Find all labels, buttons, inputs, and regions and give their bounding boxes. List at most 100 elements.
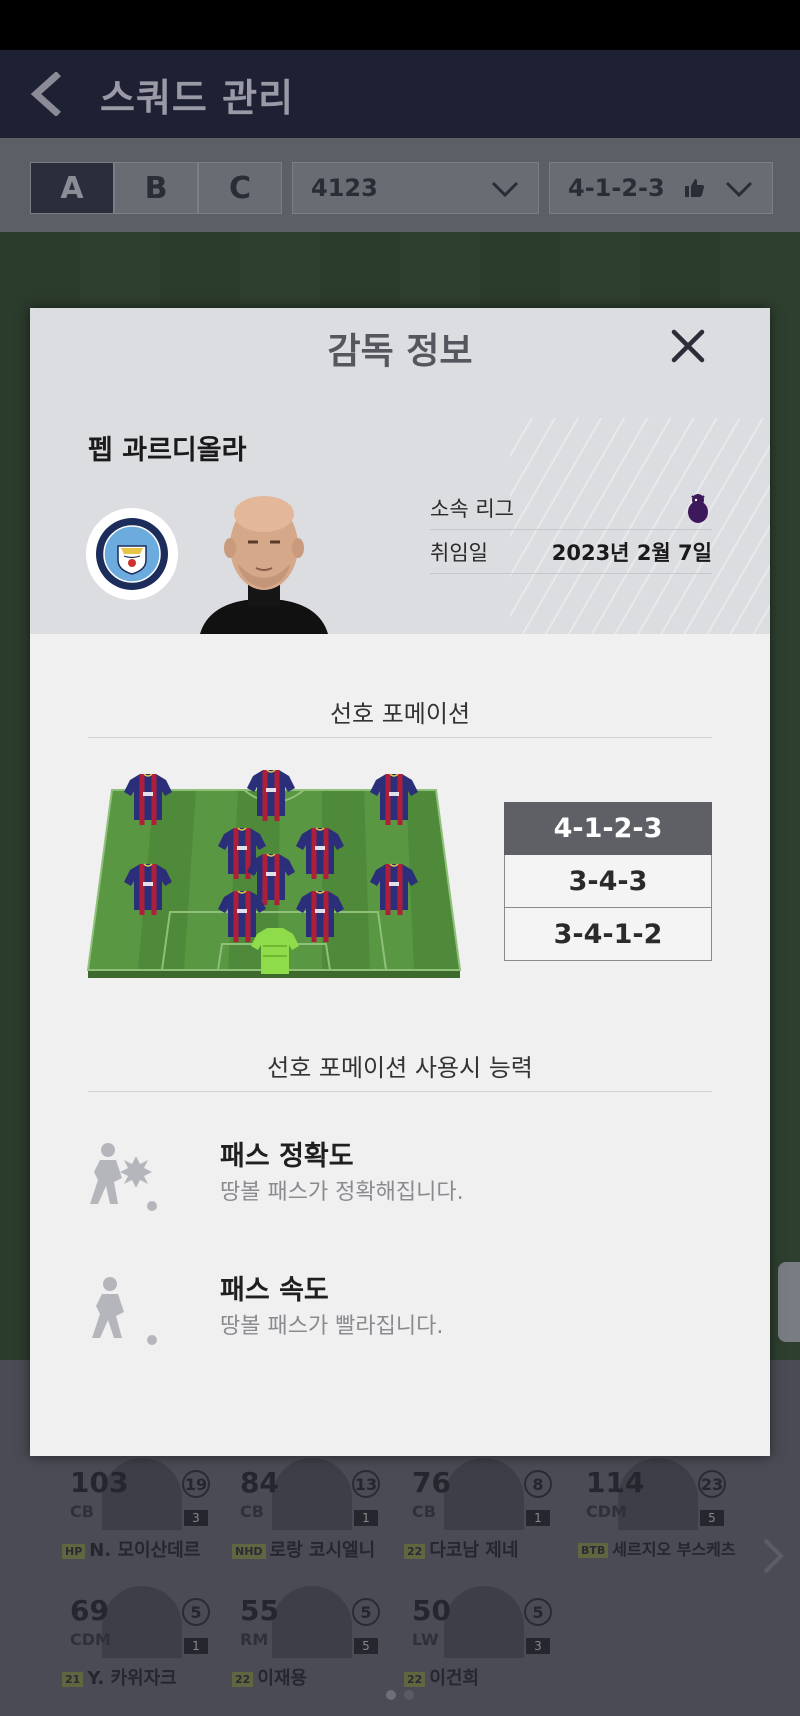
season-badge: 22 xyxy=(232,1671,254,1687)
ability-name: 패스 속도 xyxy=(220,1275,329,1306)
player-photo xyxy=(444,1586,524,1658)
page-title: 스쿼드 관리 xyxy=(100,75,295,120)
player-position: LW xyxy=(412,1630,439,1649)
player-ovr: 76 xyxy=(412,1466,451,1499)
player-card[interactable]: 114 CDM 23 5 BTB 세르지오 부스케츠 xyxy=(578,1458,738,1578)
close-icon[interactable] xyxy=(668,326,708,366)
ability-item: 패스 정확도 땅볼 패스가 정확해집니다. xyxy=(88,1134,712,1234)
player-name: 세르지오 부스케츠 xyxy=(612,1540,736,1559)
formation-dropdown-value: 4123 xyxy=(311,174,378,202)
back-arrow-icon xyxy=(30,72,61,116)
coach-photo xyxy=(200,496,328,634)
league-label: 소속 리그 xyxy=(430,496,514,521)
player-ovr: 114 xyxy=(586,1466,645,1499)
season-badge: 21 xyxy=(62,1671,84,1687)
app-bar: 스쿼드 관리 xyxy=(0,50,800,138)
formation-field xyxy=(86,748,462,978)
player-level: 8 xyxy=(524,1470,552,1498)
player-ovr: 84 xyxy=(240,1466,279,1499)
player-card[interactable]: 50 LW 5 3 22 이건희 xyxy=(404,1586,564,1706)
season-badge: 22 xyxy=(404,1543,426,1559)
season-badge: HP xyxy=(62,1543,86,1559)
ability-name: 패스 정확도 xyxy=(220,1141,354,1172)
player-level: 13 xyxy=(352,1470,380,1498)
player-level: 23 xyxy=(698,1470,726,1498)
player-grade: 3 xyxy=(184,1510,208,1526)
squad-tab-a[interactable]: A xyxy=(30,162,114,214)
season-badge: BTB xyxy=(578,1543,609,1558)
player-grade: 3 xyxy=(526,1638,550,1654)
page-dot xyxy=(404,1690,414,1700)
chevron-right-icon[interactable] xyxy=(760,1536,786,1576)
player-position: CB xyxy=(412,1502,436,1521)
player-card[interactable]: 84 CB 13 1 NHD 로랑 코시엘니 xyxy=(232,1458,392,1578)
back-button[interactable] xyxy=(28,50,88,138)
player-position: CB xyxy=(70,1502,94,1521)
player-ovr: 69 xyxy=(70,1594,109,1627)
player-grade: 5 xyxy=(354,1638,378,1654)
player-name-row: 22 다코남 제네 xyxy=(404,1536,594,1562)
formation-option[interactable]: 3-4-1-2 xyxy=(504,908,712,961)
ability-section-title: 선호 포메이션 사용시 능력 xyxy=(88,1048,712,1092)
player-grade: 1 xyxy=(526,1510,550,1526)
player-ovr: 103 xyxy=(70,1466,129,1499)
player-name: 로랑 코시엘니 xyxy=(269,1540,376,1561)
player-photo xyxy=(272,1458,352,1530)
coach-info-modal: 감독 정보 펩 과르디올라 소속 리그 취임일 2023년 2월 7일 선호 포… xyxy=(30,308,770,1456)
player-level: 5 xyxy=(352,1598,380,1626)
ability-desc: 땅볼 패스가 빨라집니다. xyxy=(220,1314,444,1339)
player-name: 이건희 xyxy=(429,1668,479,1689)
player-position: CDM xyxy=(586,1502,627,1521)
player-level: 5 xyxy=(524,1598,552,1626)
thumbs-up-icon xyxy=(684,179,704,197)
player-grade: 5 xyxy=(700,1510,724,1526)
squad-toolbar: A B C 4123 4-1-2-3 xyxy=(0,138,800,232)
formation-option[interactable]: 4-1-2-3 xyxy=(504,802,712,855)
appointed-date: 2023년 2월 7일 xyxy=(551,540,712,565)
tactic-dropdown[interactable]: 4-1-2-3 xyxy=(549,162,773,214)
player-ovr: 55 xyxy=(240,1594,279,1627)
player-name: N. 모이산데르 xyxy=(89,1540,201,1561)
player-grade: 1 xyxy=(184,1638,208,1654)
player-position: RM xyxy=(240,1630,269,1649)
page-dot xyxy=(386,1690,396,1700)
player-photo xyxy=(444,1458,524,1530)
player-name-row: BTB 세르지오 부스케츠 xyxy=(578,1536,748,1560)
premier-league-icon xyxy=(688,493,708,523)
club-logo xyxy=(86,508,178,600)
player-card[interactable]: 76 CB 8 1 22 다코남 제네 xyxy=(404,1458,564,1578)
formation-list: 4-1-2-3 3-4-3 3-4-1-2 xyxy=(504,802,712,961)
side-panel-handle[interactable] xyxy=(778,1262,800,1342)
season-badge: NHD xyxy=(232,1543,266,1559)
player-name-row: 22 이재용 xyxy=(232,1664,422,1690)
formation-dropdown[interactable]: 4123 xyxy=(292,162,539,214)
player-card[interactable]: 69 CDM 5 1 21 Y. 카위자크 xyxy=(62,1586,222,1706)
chevron-down-icon xyxy=(491,181,519,198)
ability-item: 패스 속도 땅볼 패스가 빨라집니다. xyxy=(88,1268,712,1368)
modal-title: 감독 정보 xyxy=(327,331,473,372)
player-photo xyxy=(272,1586,352,1658)
player-card[interactable]: 55 RM 5 5 22 이재용 xyxy=(232,1586,392,1706)
formation-section-title: 선호 포메이션 xyxy=(88,694,712,738)
manchester-city-crest-icon xyxy=(96,518,168,590)
tactic-dropdown-value: 4-1-2-3 xyxy=(568,174,665,202)
squad-tab-b[interactable]: B xyxy=(114,162,198,214)
ability-desc: 땅볼 패스가 정확해집니다. xyxy=(220,1180,464,1205)
appointed-label: 취임일 xyxy=(430,540,488,565)
player-name: 다코남 제네 xyxy=(429,1540,519,1561)
player-name: Y. 카위자크 xyxy=(87,1668,177,1689)
player-level: 5 xyxy=(182,1598,210,1626)
squad-tab-c[interactable]: C xyxy=(198,162,282,214)
player-position: CB xyxy=(240,1502,264,1521)
player-grade: 1 xyxy=(354,1510,378,1526)
player-name-row: NHD 로랑 코시엘니 xyxy=(232,1536,422,1562)
player-card[interactable]: 103 CB 19 3 HP N. 모이산데르 xyxy=(62,1458,222,1578)
formation-option[interactable]: 3-4-3 xyxy=(504,855,712,908)
pass-accuracy-icon xyxy=(90,1143,157,1211)
player-ovr: 50 xyxy=(412,1594,451,1627)
status-bar xyxy=(0,0,800,50)
player-photo xyxy=(102,1586,182,1658)
player-name: 이재용 xyxy=(257,1668,307,1689)
player-name-row: 22 이건희 xyxy=(404,1664,594,1690)
player-level: 19 xyxy=(182,1470,210,1498)
